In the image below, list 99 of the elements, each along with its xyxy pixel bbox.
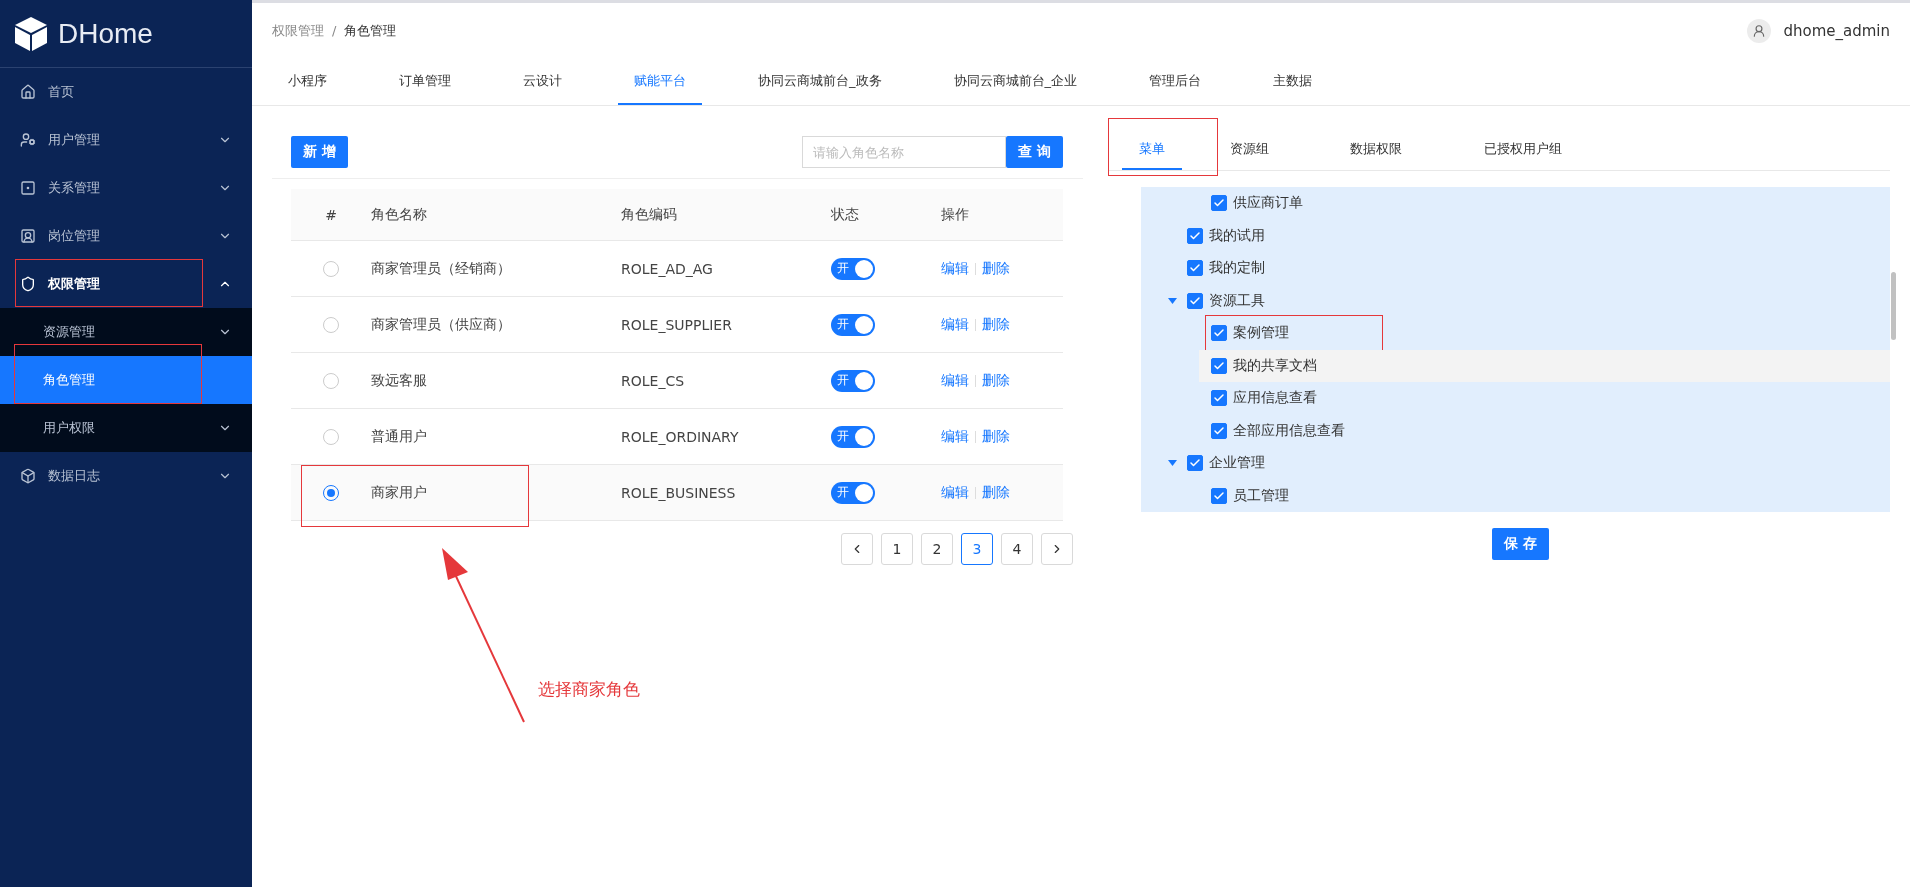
- annotation-text: 选择商家角色: [538, 678, 640, 701]
- checkbox[interactable]: [1211, 390, 1227, 407]
- user-square-icon: [20, 228, 36, 244]
- tab[interactable]: 订单管理: [383, 58, 467, 105]
- checkbox[interactable]: [1187, 455, 1203, 472]
- sidebar-item[interactable]: 关系管理: [0, 164, 252, 212]
- action-link[interactable]: 编辑: [941, 315, 969, 334]
- action-link[interactable]: 删除: [982, 483, 1010, 502]
- toggle-switch[interactable]: 开: [831, 257, 875, 280]
- checkbox[interactable]: [1187, 260, 1203, 277]
- page-button[interactable]: 2: [921, 533, 953, 565]
- tree-item-label: 我的试用: [1209, 226, 1265, 245]
- table-cell-text: 商家管理员（经销商）: [371, 259, 512, 278]
- checkbox[interactable]: [1187, 227, 1203, 244]
- logo-text: DHome: [58, 17, 153, 50]
- tab[interactable]: 协同云商城前台_政务: [742, 58, 898, 105]
- check-icon: [1189, 229, 1201, 242]
- tree-item-label: 员工管理: [1233, 486, 1289, 505]
- tab[interactable]: 云设计: [507, 58, 578, 105]
- tree-item-label: 我的共享文档: [1233, 356, 1317, 375]
- sidebar-item[interactable]: 资源管理: [0, 308, 252, 356]
- checkbox[interactable]: [1211, 325, 1227, 342]
- add-button[interactable]: 新 增: [291, 136, 348, 168]
- column-header: 状态: [831, 205, 860, 224]
- table-cell-text: ROLE_CS: [621, 372, 686, 389]
- breadcrumb-item[interactable]: 权限管理: [272, 21, 324, 40]
- toggle-switch[interactable]: 开: [831, 313, 875, 336]
- shield-icon: [20, 276, 36, 292]
- tab[interactable]: 数据权限: [1316, 128, 1436, 170]
- search-field[interactable]: 请输入角色名称: [802, 136, 1007, 168]
- checkbox[interactable]: [1211, 422, 1227, 439]
- tree-item-label: 全部应用信息查看: [1233, 421, 1345, 440]
- scrollbar: [1891, 272, 1896, 340]
- box-icon: [20, 468, 36, 484]
- sidebar-item[interactable]: 权限管理: [0, 260, 252, 308]
- column-header: 操作: [941, 205, 970, 224]
- checkbox[interactable]: [1211, 195, 1227, 212]
- check-icon: [1213, 489, 1225, 502]
- tree-item-label: 应用信息查看: [1233, 389, 1317, 408]
- tree-item-label: 我的定制: [1209, 259, 1265, 278]
- action-link[interactable]: 编辑: [941, 259, 969, 278]
- tab[interactable]: 已授权用户组: [1458, 128, 1588, 170]
- column-header: #: [324, 206, 338, 223]
- save-button[interactable]: 保 存: [1492, 528, 1549, 560]
- search-button[interactable]: 查 询: [1006, 136, 1063, 168]
- tab[interactable]: 菜单: [1122, 128, 1182, 170]
- toggle-switch[interactable]: 开: [831, 481, 875, 504]
- house-icon: [20, 84, 36, 100]
- toggle-switch[interactable]: 开: [831, 425, 875, 448]
- caret-down-icon[interactable]: [1167, 460, 1177, 467]
- table-cell-text: 商家用户: [371, 483, 428, 502]
- action-link[interactable]: 编辑: [941, 427, 969, 446]
- toggle-switch[interactable]: 开: [831, 369, 875, 392]
- caret-down-icon[interactable]: [1167, 297, 1177, 304]
- page-button[interactable]: 1: [881, 533, 913, 565]
- table-cell-text: ROLE_ORDINARY: [621, 428, 740, 445]
- column-header: 角色名称: [371, 205, 428, 224]
- page-button[interactable]: 4: [1001, 533, 1033, 565]
- sidebar-item[interactable]: 用户权限: [0, 404, 252, 452]
- checkbox[interactable]: [1211, 487, 1227, 504]
- breadcrumb-item: 角色管理: [344, 21, 397, 40]
- tab[interactable]: 管理后台: [1133, 58, 1217, 105]
- tab[interactable]: 赋能平台: [618, 58, 702, 105]
- user-gear-icon: [20, 132, 36, 148]
- tree-item-label: 资源工具: [1209, 291, 1265, 310]
- tree-item-label: 企业管理: [1209, 454, 1265, 473]
- tab[interactable]: 协同云商城前台_企业: [937, 58, 1093, 105]
- action-link[interactable]: 删除: [982, 315, 1010, 334]
- table-cell-text: ROLE_AD_AG: [621, 260, 714, 277]
- tab[interactable]: 资源组: [1204, 128, 1294, 170]
- sidebar-item[interactable]: 数据日志: [0, 452, 252, 500]
- cube-logo-icon: [14, 15, 48, 52]
- check-icon: [1213, 424, 1225, 437]
- sidebar-item[interactable]: 用户管理: [0, 116, 252, 164]
- table-cell-text: ROLE_BUSINESS: [621, 484, 737, 501]
- table-cell-text: 普通用户: [371, 427, 428, 446]
- column-header: 角色编码: [621, 205, 678, 224]
- action-link[interactable]: 编辑: [941, 483, 969, 502]
- action-link[interactable]: 删除: [982, 371, 1010, 390]
- action-link[interactable]: 删除: [982, 427, 1010, 446]
- breadcrumb-separator: /: [332, 23, 337, 38]
- check-icon: [1213, 359, 1225, 372]
- tree-item-label: 供应商订单: [1233, 194, 1303, 213]
- action-link[interactable]: 删除: [982, 259, 1010, 278]
- action-link[interactable]: 编辑: [941, 371, 969, 390]
- sidebar-item[interactable]: 首页: [0, 68, 252, 116]
- page-button[interactable]: 3: [961, 533, 993, 565]
- check-icon: [1189, 294, 1201, 307]
- user-icon: [1752, 23, 1767, 38]
- checkbox[interactable]: [1187, 292, 1203, 309]
- sidebar-item[interactable]: 角色管理: [0, 356, 252, 404]
- table-cell-text: 致远客服: [371, 371, 428, 390]
- tree-item-label: 案例管理: [1233, 324, 1289, 343]
- tab[interactable]: 主数据: [1257, 58, 1328, 105]
- sidebar-item[interactable]: 岗位管理: [0, 212, 252, 260]
- table-cell-text: 商家管理员（供应商）: [371, 315, 512, 334]
- tab[interactable]: 小程序: [272, 58, 343, 105]
- user-name[interactable]: dhome_admin: [1783, 21, 1890, 40]
- table-cell-text: ROLE_SUPPLIER: [621, 316, 733, 333]
